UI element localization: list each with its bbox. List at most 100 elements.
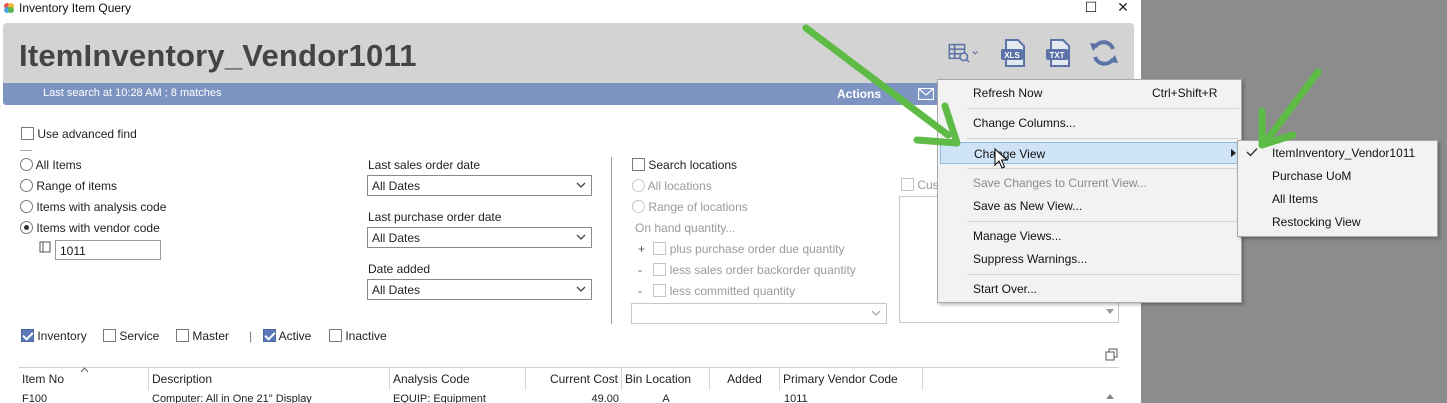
advanced-find-checkbox[interactable] [21,127,34,140]
view-option-purchase-uom[interactable]: Purchase UoM [1238,165,1437,187]
lookup-icon[interactable] [39,241,51,253]
restore-grid-icon[interactable] [1105,348,1118,361]
grid-search-icon[interactable] [947,37,979,69]
menu-item-label: Refresh Now [973,86,1043,100]
view-option-iteminventory-vendor1011[interactable]: ItemInventory_Vendor1011 [1238,142,1437,164]
checkbox[interactable] [653,242,667,255]
menu-item-change-view[interactable]: Change View [940,142,1239,164]
checkbox-label: plus purchase order due quantity [669,242,845,256]
select-value: All Dates [372,231,421,245]
type-active[interactable]: Active [263,329,311,343]
maximize-button[interactable]: ☐ [1082,0,1100,16]
checkbox-label: less sales order backorder quantity [669,263,856,277]
app-flower-icon [4,3,14,13]
search-locations-checkbox[interactable] [632,158,645,171]
date-added-select[interactable]: All Dates [367,279,592,300]
menu-item-suppress-warnings[interactable]: Suppress Warnings... [938,248,1241,270]
custom-filter-toggle[interactable]: Cus [901,178,939,192]
radio-button[interactable] [20,200,33,213]
menu-item-save-as-new-view[interactable]: Save as New View... [938,195,1241,217]
radio-vendor-code[interactable]: Items with vendor code [20,221,160,235]
location-select[interactable] [631,303,887,324]
cell-current-cost: 49.00 [591,393,619,403]
radio-button-selected[interactable] [20,221,33,234]
txt-export-icon[interactable]: TXT [1043,37,1075,69]
column-header-current-cost[interactable]: Current Cost [526,368,622,390]
advanced-find-toggle[interactable]: Use advanced find [21,127,137,141]
change-view-submenu: ItemInventory_Vendor1011 Purchase UoM Al… [1237,140,1438,237]
radio-all-locations[interactable]: All locations [632,179,712,193]
column-header-primary-vendor-code[interactable]: Primary Vendor Code [780,368,923,390]
radio-range-of-items[interactable]: Range of items [20,179,117,193]
column-header-analysis-code[interactable]: Analysis Code [390,368,526,390]
cell-description: Computer: All in One 21" Display [152,393,312,403]
menu-item-label: All Items [1272,192,1319,206]
radio-label: Range of items [36,179,118,193]
menu-item-refresh-now[interactable]: Refresh Now Ctrl+Shift+R [938,82,1241,104]
checkbox-checked[interactable] [21,329,34,342]
radio-range-of-locations[interactable]: Range of locations [632,200,748,214]
radio-analysis-code[interactable]: Items with analysis code [20,200,166,214]
checkbox-checked[interactable] [263,329,276,342]
search-locations-toggle[interactable]: Search locations [632,158,737,172]
plus-sign: + [638,242,646,256]
type-inventory[interactable]: Inventory [21,329,87,343]
menu-item-save-changes[interactable]: Save Changes to Current View... [938,172,1241,194]
checkbox[interactable] [901,178,914,191]
checkbox[interactable] [653,284,667,297]
page-title: ItemInventory_Vendor1011 [19,38,417,73]
checkbox[interactable] [653,263,667,276]
vendor-code-input[interactable]: 1011 [55,240,161,260]
type-service[interactable]: Service [103,329,159,343]
type-master[interactable]: Master [176,329,229,343]
menu-item-label: Purchase UoM [1272,169,1352,183]
menu-separator [967,138,1239,139]
refresh-icon[interactable] [1088,37,1120,69]
less-sales-backorder-option[interactable]: - less sales order backorder quantity [638,263,856,277]
minus-sign: - [638,263,642,277]
view-option-all-items[interactable]: All Items [1238,188,1437,210]
menu-item-start-over[interactable]: Start Over... [938,278,1241,300]
menu-item-label: Save Changes to Current View... [973,176,1147,190]
column-header-added[interactable]: Added [710,368,780,390]
plus-purchase-order-option[interactable]: + plus purchase order due quantity [638,242,844,256]
type-separator: | [249,329,253,343]
type-inactive[interactable]: Inactive [329,329,387,343]
divider [20,150,32,151]
advanced-find-label: Use advanced find [37,127,137,141]
checkbox[interactable] [176,329,189,342]
scroll-down-icon[interactable] [1104,307,1116,317]
submenu-arrow-icon [1231,149,1236,157]
last-sales-order-date-label: Last sales order date [368,158,481,172]
scroll-up-icon[interactable] [1103,390,1117,403]
radio-button[interactable] [632,179,645,192]
menu-item-label: ItemInventory_Vendor1011 [1272,146,1416,160]
radio-all-items[interactable]: All Items [20,158,82,172]
menu-item-shortcut: Ctrl+Shift+R [1152,86,1218,100]
menu-item-label: Manage Views... [973,229,1062,243]
sort-ascending-icon [80,367,89,373]
custom-filter-label: Cus [917,178,939,192]
on-hand-quantity-label: On hand quantity... [635,221,736,235]
last-sales-order-date-select[interactable]: All Dates [367,175,592,196]
close-button[interactable]: ✕ [1114,0,1132,16]
results-grid: Item No Description Analysis Code Curren… [19,367,1119,403]
menu-item-manage-views[interactable]: Manage Views... [938,225,1241,247]
mouse-cursor-icon [994,148,1008,169]
checkbox-label: Inactive [345,329,387,343]
view-option-restocking-view[interactable]: Restocking View [1238,211,1437,233]
mail-icon[interactable] [918,88,934,100]
radio-button[interactable] [20,158,33,171]
radio-button[interactable] [632,200,645,213]
checkbox[interactable] [329,329,342,342]
actions-menu-button[interactable]: Actions [837,87,881,101]
checkbox[interactable] [103,329,116,342]
less-committed-option[interactable]: - less committed quantity [638,284,795,298]
column-header-description[interactable]: Description [149,368,390,390]
radio-button[interactable] [20,179,33,192]
last-search-status: Last search at 10:28 AM ; 8 matches [43,87,222,99]
menu-item-change-columns[interactable]: Change Columns... [938,112,1241,134]
xls-export-icon[interactable]: XLS [998,37,1030,69]
column-header-bin-location[interactable]: Bin Location [622,368,710,390]
last-purchase-order-date-select[interactable]: All Dates [367,227,592,248]
